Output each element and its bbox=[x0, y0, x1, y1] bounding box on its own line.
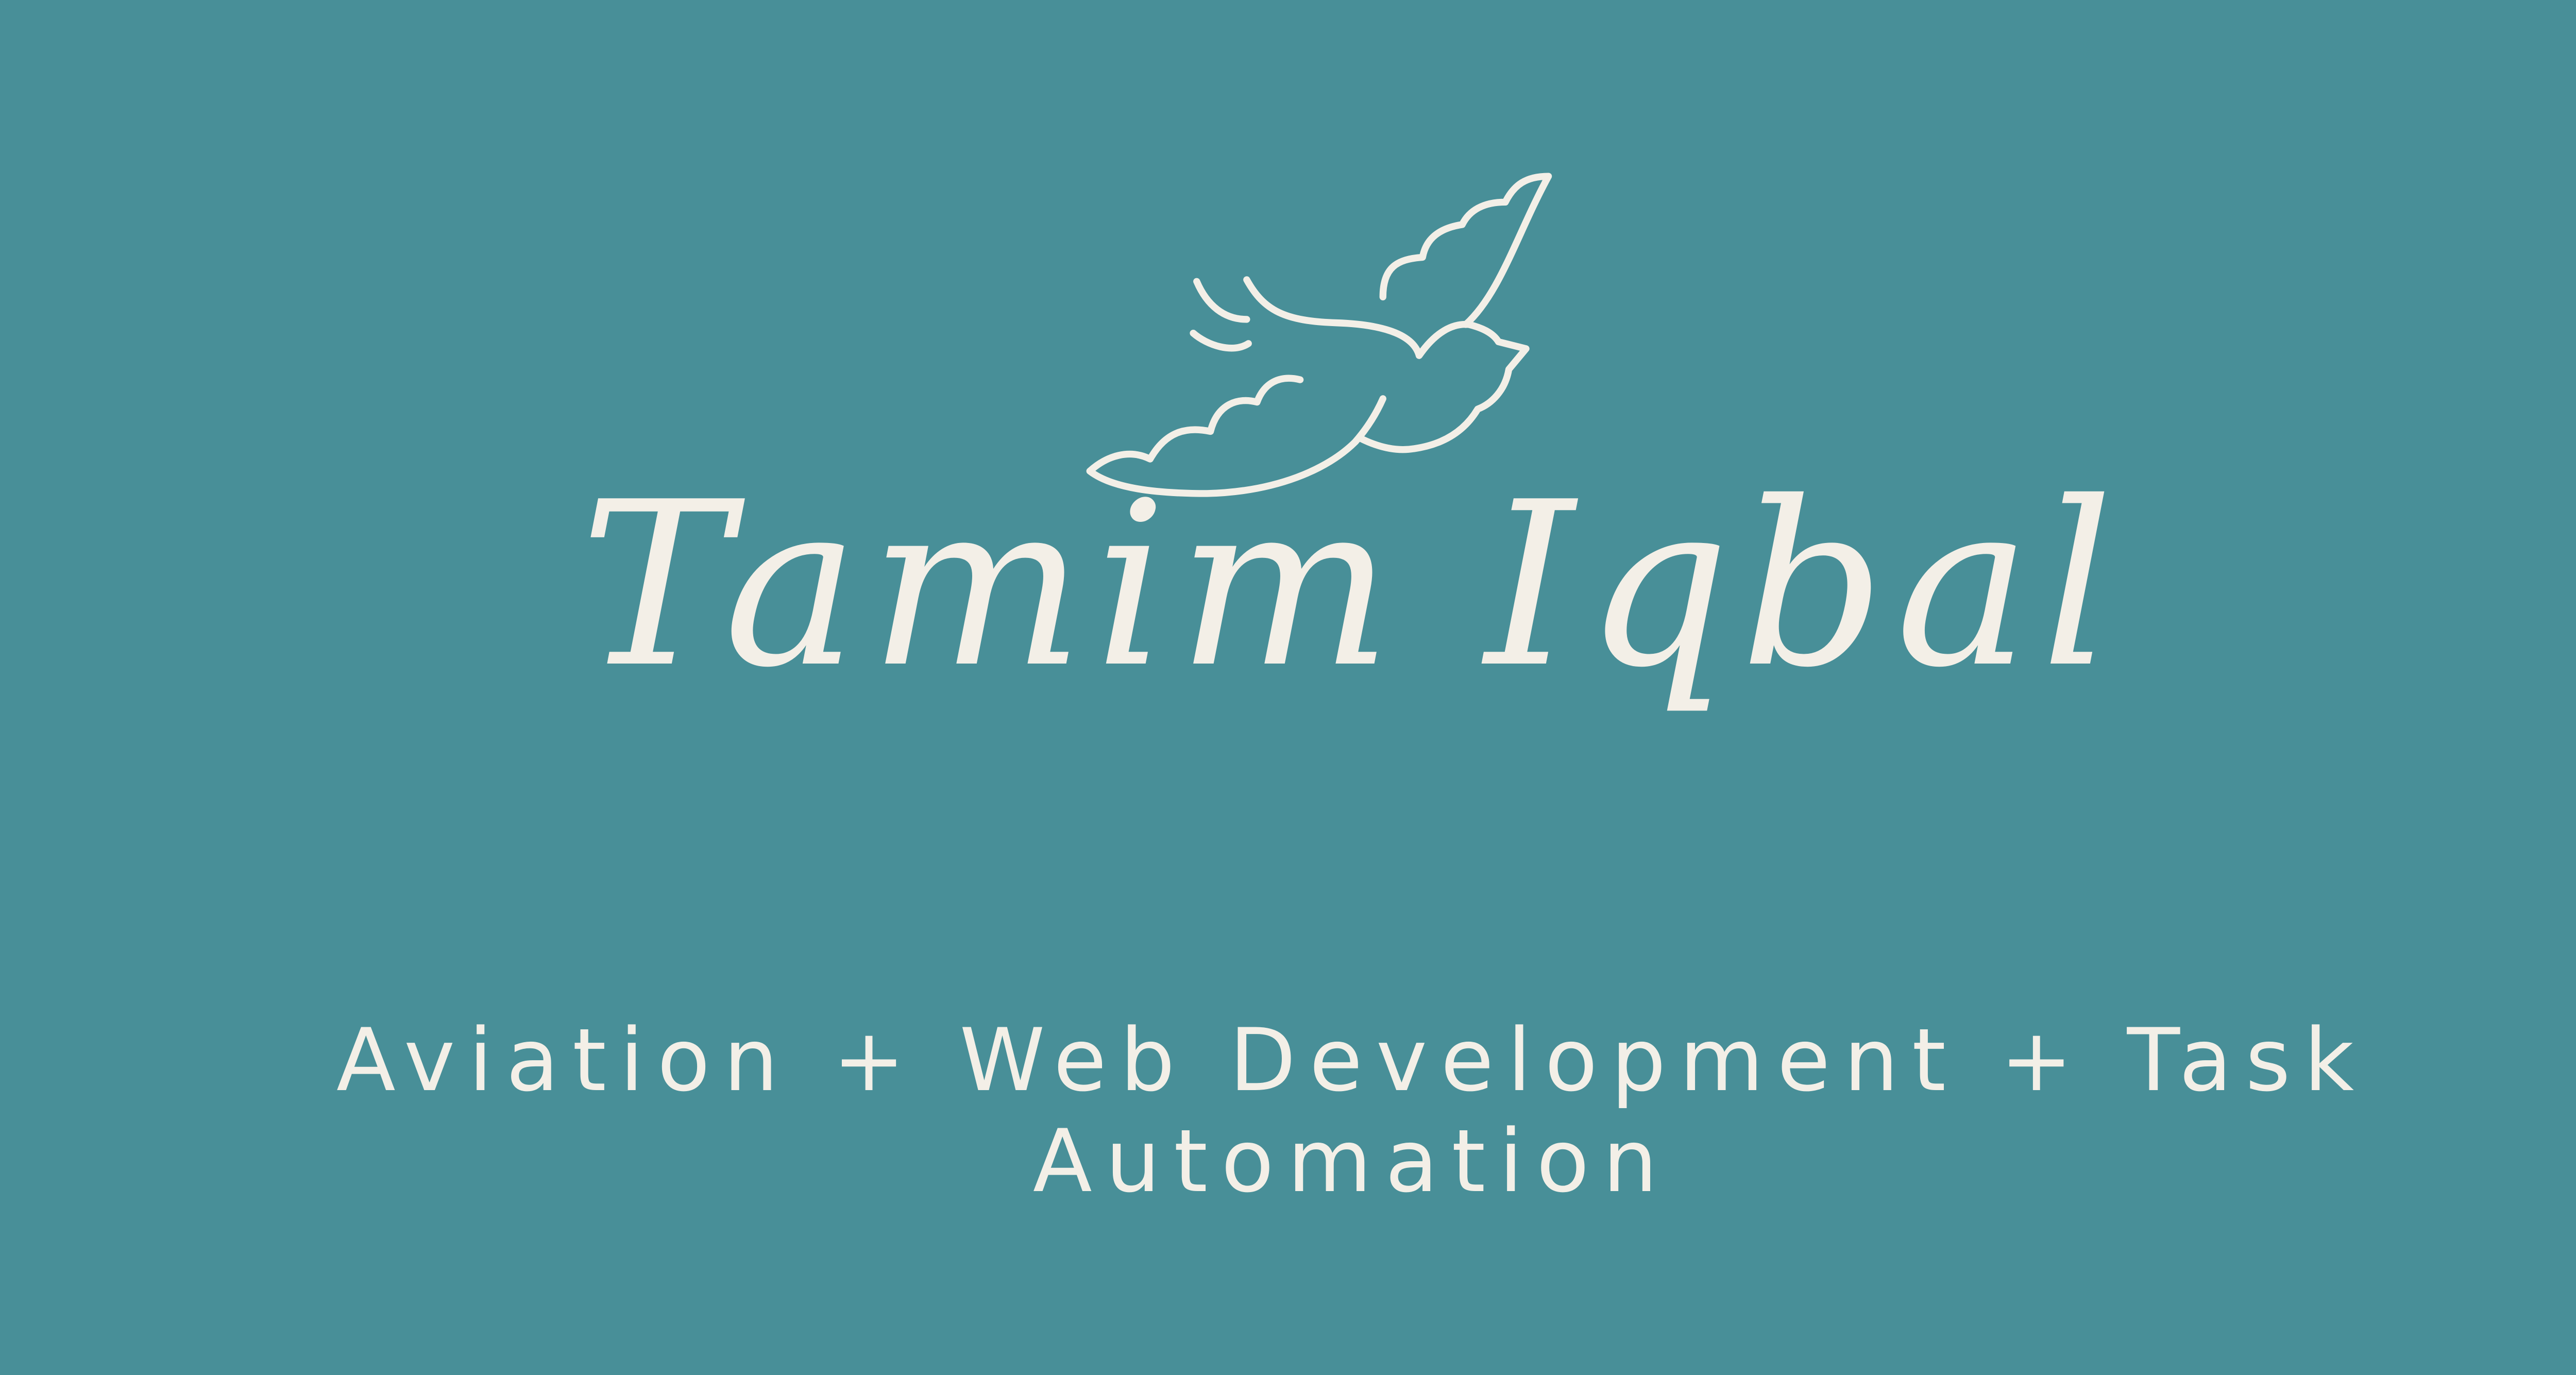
motion-line bbox=[1193, 278, 1250, 323]
bird-upper-wing bbox=[1379, 173, 1552, 328]
brand-name: Tamim Iqbal bbox=[580, 453, 2124, 717]
brand-tagline: Aviation + Web Development + Task Automa… bbox=[336, 1010, 2368, 1212]
motion-line bbox=[1190, 330, 1252, 352]
